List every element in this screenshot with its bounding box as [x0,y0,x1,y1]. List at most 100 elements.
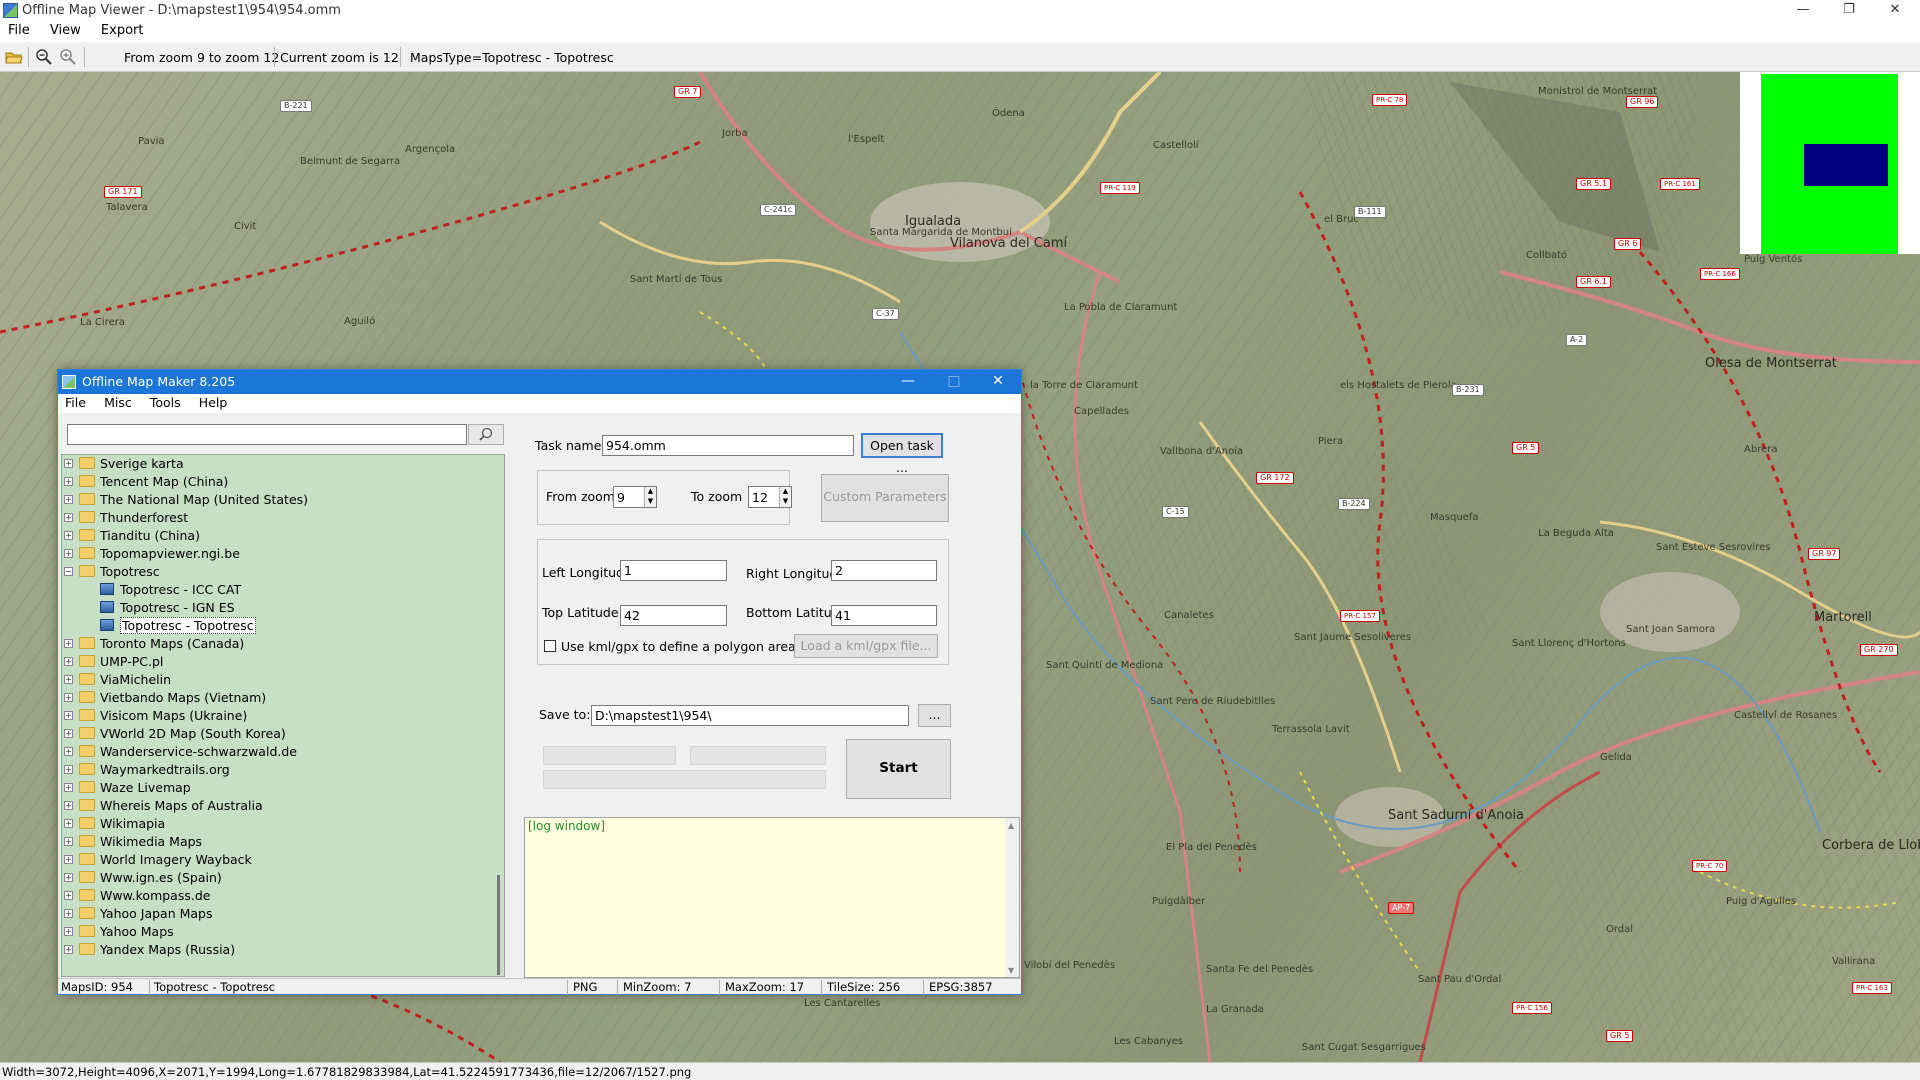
minimize-button[interactable]: — [1780,0,1826,22]
tree-item[interactable]: + Tianditu (China) [62,527,492,545]
up-arrow-icon[interactable]: ▲ [779,487,791,497]
tree-item[interactable]: + The National Map (United States) [62,491,492,509]
expand-icon[interactable]: + [64,927,73,936]
tree-child-item[interactable]: Topotresc - Topotresc [62,617,492,635]
scroll-up-icon[interactable]: ▲ [1008,821,1014,830]
dialog-title-bar[interactable]: Offline Map Maker 8.205 — □ ✕ [58,370,1021,394]
scrollbar-thumb[interactable] [497,875,500,975]
close-button[interactable]: ✕ [1872,0,1918,22]
tree-item[interactable]: + Waze Livemap [62,779,492,797]
tree-item[interactable]: + Www.ign.es (Spain) [62,869,492,887]
expand-icon[interactable]: + [64,657,73,666]
expand-icon[interactable]: + [64,819,73,828]
maps-search-input[interactable] [67,424,467,445]
expand-icon[interactable]: + [64,837,73,846]
expand-icon[interactable]: + [64,549,73,558]
expand-icon[interactable]: + [64,513,73,522]
expand-icon[interactable]: + [64,531,73,540]
tree-scrollbar[interactable] [492,455,504,976]
tree-item[interactable]: + Visicom Maps (Ukraine) [62,707,492,725]
right-longitude-input[interactable]: 2 [831,560,937,581]
road-shield: PR-C 157 [1340,610,1380,622]
maximize-button[interactable]: ❐ [1826,0,1872,22]
maps-list-panel: + Sverige karta + Tencent Map (China) + The N… [58,413,508,978]
tree-item[interactable]: + UMP-PC.pl [62,653,492,671]
start-button[interactable]: Start [846,739,951,799]
down-arrow-icon[interactable]: ▼ [644,497,656,507]
menu-export[interactable]: Export [93,22,152,39]
expand-icon[interactable]: + [64,909,73,918]
expand-icon[interactable]: + [64,495,73,504]
tree-item[interactable]: + Wikimedia Maps [62,833,492,851]
expand-icon[interactable]: + [64,747,73,756]
tree-item[interactable]: + VWorld 2D Map (South Korea) [62,725,492,743]
left-longitude-input[interactable]: 1 [620,560,727,581]
dialog-menu-tools[interactable]: Tools [143,394,188,411]
dialog-minimize-button[interactable]: — [885,370,931,394]
tree-item[interactable]: − Topotresc [62,563,492,581]
tree-item[interactable]: + Whereis Maps of Australia [62,797,492,815]
collapse-icon[interactable]: − [64,567,73,576]
open-task-button[interactable]: Open task ... [861,433,943,475]
expand-icon[interactable]: + [64,783,73,792]
dialog-menu-file[interactable]: File [58,394,93,411]
bottom-latitude-input[interactable]: 41 [831,605,937,626]
expand-icon[interactable]: + [64,711,73,720]
expand-icon[interactable]: + [64,675,73,684]
tree-item[interactable]: + Thunderforest [62,509,492,527]
down-arrow-icon[interactable]: ▼ [779,497,791,507]
maps-tree[interactable]: + Sverige karta + Tencent Map (China) + The N… [61,454,505,977]
expand-icon[interactable]: + [64,765,73,774]
save-to-input[interactable]: D:\mapstest1\954\ [591,705,909,726]
dialog-menu-misc[interactable]: Misc [97,394,139,411]
browse-button[interactable]: ... [918,704,951,727]
custom-parameters-button[interactable]: Custom Parameters [821,474,949,522]
from-zoom-stepper[interactable]: 9 ▲ ▼ [613,486,657,508]
log-scrollbar[interactable]: ▲ ▼ [1005,818,1019,977]
up-arrow-icon[interactable]: ▲ [644,487,656,497]
to-zoom-stepper[interactable]: 12 ▲ ▼ [748,486,792,508]
zoom-out-icon[interactable] [35,48,53,66]
tree-item[interactable]: + Yahoo Maps [62,923,492,941]
tree-item[interactable]: + Www.kompass.de [62,887,492,905]
tree-item[interactable]: + Wanderservice-schwarzwald.de [62,743,492,761]
tree-item[interactable]: + Sverige karta [62,455,492,473]
expand-icon[interactable]: + [64,693,73,702]
dialog-close-button[interactable]: ✕ [975,370,1021,394]
tree-item[interactable]: + Yahoo Japan Maps [62,905,492,923]
dialog-menu-help[interactable]: Help [192,394,235,411]
tree-item[interactable]: + ViaMichelin [62,671,492,689]
expand-icon[interactable]: + [64,873,73,882]
menu-file[interactable]: File [0,22,38,39]
kml-checkbox[interactable] [544,640,556,652]
tree-item[interactable]: + Waymarkedtrails.org [62,761,492,779]
tree-item[interactable]: + Tencent Map (China) [62,473,492,491]
tree-item[interactable]: + Yandex Maps (Russia) [62,941,492,959]
tree-item[interactable]: + Topomapviewer.ngi.be [62,545,492,563]
menu-view[interactable]: View [42,22,89,39]
expand-icon[interactable]: + [64,639,73,648]
tree-item[interactable]: + Vietbando Maps (Vietnam) [62,689,492,707]
minimap-viewport[interactable] [1804,144,1888,186]
expand-icon[interactable]: + [64,945,73,954]
expand-icon[interactable]: + [64,891,73,900]
task-name-input[interactable]: 954.omm [602,435,854,456]
zoom-in-icon[interactable] [59,48,77,66]
search-button[interactable] [468,424,504,445]
tree-item[interactable]: + Toronto Maps (Canada) [62,635,492,653]
tree-item[interactable]: + World Imagery Wayback [62,851,492,869]
tree-child-item[interactable]: Topotresc - ICC CAT [62,581,492,599]
open-folder-icon[interactable] [5,48,23,66]
tree-item[interactable]: + Wikimapia [62,815,492,833]
scroll-down-icon[interactable]: ▼ [1008,966,1014,975]
expand-icon[interactable]: + [64,477,73,486]
tree-child-item[interactable]: Topotresc - IGN ES [62,599,492,617]
minimap[interactable] [1740,72,1920,254]
log-window[interactable]: [log window] ▲ ▼ [524,817,1020,978]
load-kml-button[interactable]: Load a kml/gpx file... [794,634,938,658]
expand-icon[interactable]: + [64,459,73,468]
top-latitude-input[interactable]: 42 [620,605,727,626]
expand-icon[interactable]: + [64,855,73,864]
expand-icon[interactable]: + [64,729,73,738]
expand-icon[interactable]: + [64,801,73,810]
